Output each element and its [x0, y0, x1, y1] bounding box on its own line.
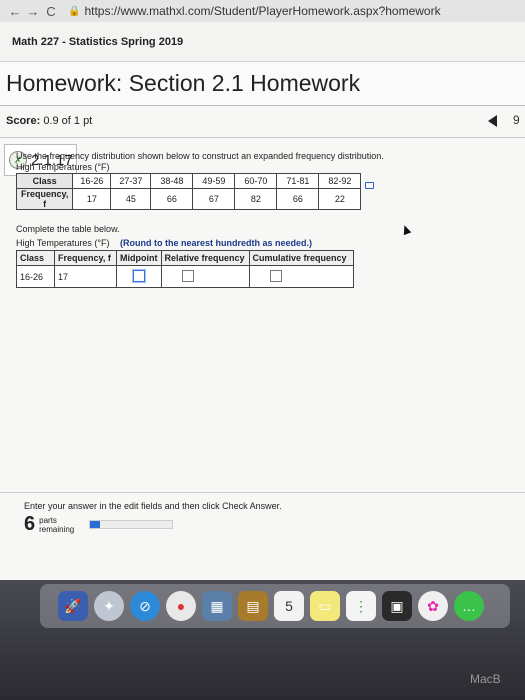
expanded-table-title: High Temperatures (°F): [16, 238, 110, 248]
reminders-icon[interactable]: ⋮: [346, 591, 376, 621]
forward-arrow-icon[interactable]: →: [24, 4, 42, 19]
homework-title: Homework: Section 2.1 Homework: [0, 62, 525, 106]
notes-app-icon[interactable]: ▤: [238, 591, 268, 621]
class-cell: 38-48: [150, 173, 194, 189]
header-frequency: Frequency, f: [54, 250, 117, 266]
stickies-icon[interactable]: ▭: [310, 591, 340, 621]
frequency-cell: 22: [318, 188, 362, 210]
cumulative-frequency-cell: [248, 265, 354, 288]
class-cell: 82-92: [318, 173, 362, 189]
browser-toolbar: ← → C 🔒 https://www.mathxl.com/Student/P…: [0, 0, 525, 22]
expanded-row: 16-26 17: [16, 265, 354, 288]
answer-hint: Enter your answer in the edit fields and…: [24, 501, 282, 511]
class-cell: 60-70: [234, 173, 278, 189]
relative-frequency-input[interactable]: [181, 269, 194, 282]
frequency-row-label: Frequency, f: [15, 188, 74, 210]
mathxl-page: Math 227 - Statistics Spring 2019 Homewo…: [0, 22, 525, 580]
score-label: Score:: [6, 115, 41, 127]
calendar-icon[interactable]: 5: [274, 591, 304, 621]
midpoint-input[interactable]: [132, 269, 145, 282]
question-footer: Enter your answer in the edit fields and…: [0, 492, 525, 536]
parts-label: parts remaining: [39, 515, 75, 534]
header-class: Class: [16, 250, 55, 266]
parts-progress-bar: [89, 520, 174, 529]
laptop-brand: MacB: [470, 672, 501, 686]
class-cell: 27-37: [110, 173, 152, 189]
instructions-text: Use the frequency distribution shown bel…: [16, 151, 384, 161]
copy-data-icon[interactable]: [365, 182, 375, 189]
frequency-cell: 45: [110, 188, 152, 210]
frequency-cell: 67: [192, 188, 236, 210]
previous-question-icon[interactable]: [488, 115, 497, 127]
back-arrow-icon[interactable]: ←: [6, 4, 24, 19]
header-midpoint: Midpoint: [116, 250, 162, 266]
question-content: Use the frequency distribution shown bel…: [15, 151, 516, 288]
parts-count: 6: [24, 513, 36, 535]
expanded-table-caption: High Temperatures (°F) (Round to the nea…: [16, 238, 516, 248]
class-cell: 49-59: [192, 173, 236, 189]
photo-app-icon[interactable]: ▦: [202, 591, 232, 621]
score-value: 0.9 of 1 pt: [43, 115, 93, 127]
frequency-cell: 17: [72, 188, 112, 210]
messages-icon[interactable]: …: [454, 591, 484, 621]
midpoint-cell: [116, 265, 162, 288]
class-row: Class 16-26 27-37 38-48 49-59 60-70 71-8…: [15, 173, 362, 189]
course-title: Math 227 - Statistics Spring 2019: [0, 22, 525, 62]
header-cumulative-frequency: Cumulative frequency: [248, 250, 354, 266]
relative-frequency-cell: [160, 265, 250, 288]
photos-icon[interactable]: ✿: [418, 591, 448, 621]
address-bar[interactable]: https://www.mathxl.com/Student/PlayerHom…: [84, 4, 440, 18]
score-bar: Score: 0.9 of 1 pt 9: [0, 106, 525, 138]
parts-progress-fill: [90, 521, 100, 528]
lock-icon: 🔒: [68, 5, 81, 17]
rocket-app-icon[interactable]: ✦: [94, 591, 124, 621]
class-row-label: Class: [15, 173, 74, 189]
desktop-dock-area: 🚀 ✦ ⊘ ● ▦ ▤ 5 ▭ ⋮ ▣ ✿ … MacB: [0, 580, 525, 700]
reload-icon[interactable]: C: [42, 4, 60, 19]
class-cell: 16-26: [72, 173, 112, 189]
gallery-app-icon[interactable]: ▣: [382, 591, 412, 621]
frequency-row: Frequency, f 17 45 66 67 82 66 22: [15, 188, 362, 210]
dock: 🚀 ✦ ⊘ ● ▦ ▤ 5 ▭ ⋮ ▣ ✿ …: [40, 584, 510, 628]
safari-icon[interactable]: ⊘: [130, 591, 160, 621]
frequency-cell: 66: [150, 188, 194, 210]
complete-instructions: Complete the table below.: [16, 224, 120, 234]
expanded-header-row: Class Frequency, f Midpoint Relative fre…: [16, 250, 354, 266]
header-relative-frequency: Relative frequency: [160, 250, 250, 266]
chrome-icon[interactable]: ●: [166, 591, 196, 621]
question-nav-label[interactable]: 9: [513, 113, 520, 127]
frequency-cell: 66: [276, 188, 320, 210]
class-cell: 71-81: [276, 173, 320, 189]
expanded-frequency-table: Class Frequency, f Midpoint Relative fre…: [16, 250, 354, 288]
row-class: 16-26: [16, 265, 55, 288]
frequency-table: Class 16-26 27-37 38-48 49-59 60-70 71-8…: [15, 173, 362, 210]
frequency-cell: 82: [234, 188, 278, 210]
cumulative-frequency-input[interactable]: [269, 269, 282, 282]
row-frequency: 17: [54, 265, 117, 288]
launchpad-icon[interactable]: 🚀: [58, 591, 88, 621]
freq-table-title: High Temperatures (°F): [16, 162, 110, 172]
rounding-note: (Round to the nearest hundredth as neede…: [119, 238, 312, 248]
parts-remaining: 6 parts remaining: [24, 513, 525, 536]
